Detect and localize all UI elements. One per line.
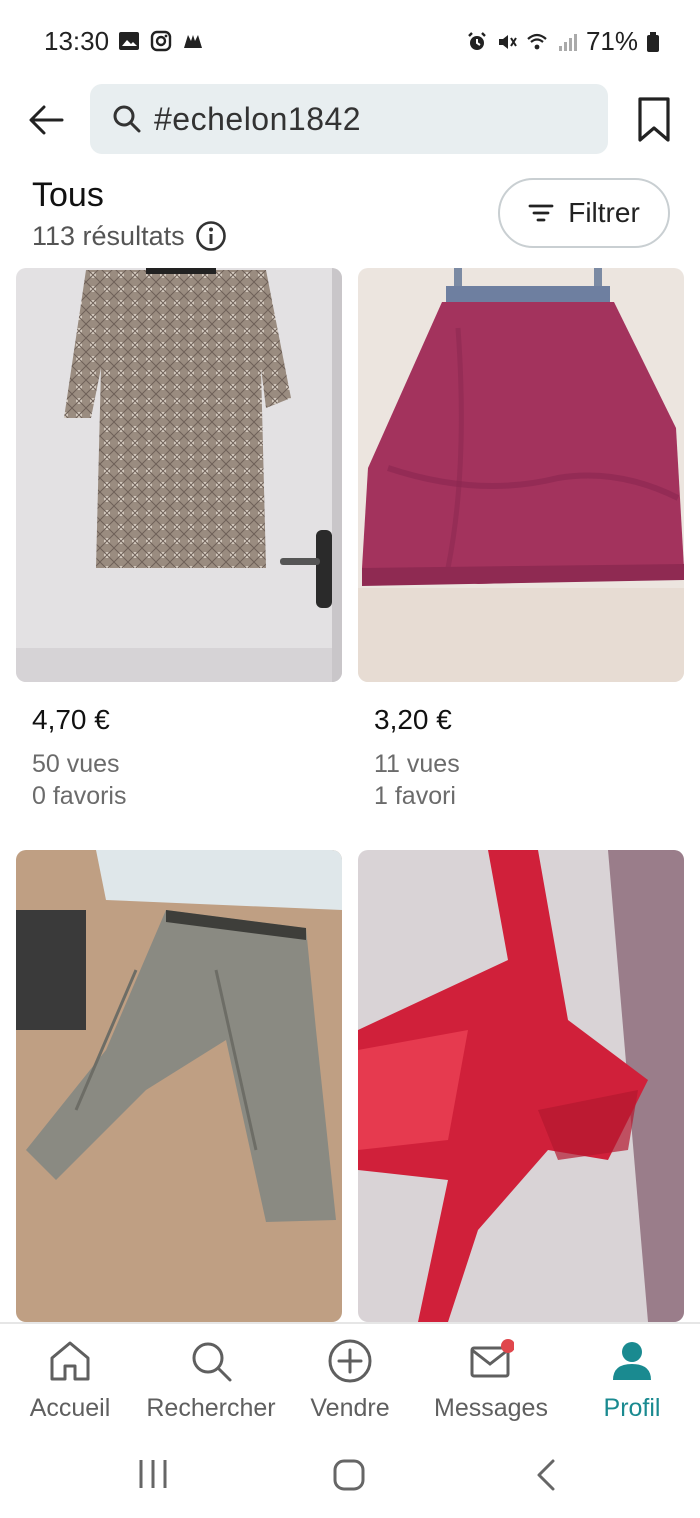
product-card[interactable]	[16, 850, 342, 1322]
search-icon	[192, 1342, 232, 1382]
nav-item-messages[interactable]: Messages	[428, 1338, 554, 1423]
instagram-icon	[150, 30, 172, 52]
back-button[interactable]	[24, 100, 68, 140]
alarm-icon	[468, 31, 486, 50]
results-count: 113 résultats	[32, 220, 227, 252]
home-icon	[50, 1341, 90, 1381]
profile-icon	[613, 1342, 651, 1380]
nav-item-vendre[interactable]: Vendre	[306, 1338, 394, 1423]
save-search-button[interactable]	[634, 96, 674, 144]
nav-label: Rechercher	[146, 1394, 276, 1422]
product-favorites: 1 favori	[374, 782, 456, 810]
search-icon	[113, 105, 141, 133]
product-card[interactable]: 4,70 € 50 vues 0 favoris	[16, 268, 342, 828]
nav-item-profil[interactable]: Profil	[594, 1338, 670, 1423]
search-input[interactable]: #echelon1842	[90, 84, 608, 154]
status-left-icons	[118, 30, 204, 52]
mute-icon	[498, 34, 517, 49]
wifi-icon	[527, 33, 547, 49]
gallery-icon	[119, 32, 139, 50]
product-image-grey-trousers[interactable]	[16, 850, 342, 1322]
product-card[interactable]: 3,20 € 11 vues 1 favori	[358, 268, 684, 828]
filter-label: Filtrer	[568, 197, 640, 228]
status-time: 13:30	[44, 26, 110, 56]
nav-label: Vendre	[310, 1394, 390, 1422]
arrow-left-icon	[29, 105, 64, 135]
filter-button[interactable]: Filtrer	[498, 178, 670, 248]
status-right-icons: 71%	[466, 26, 660, 57]
nav-item-accueil[interactable]: Accueil	[26, 1338, 114, 1423]
nav-label: Profil	[603, 1394, 661, 1422]
product-image-red-top[interactable]	[358, 850, 684, 1322]
product-views: 50 vues	[32, 750, 120, 778]
mail-icon	[470, 1339, 514, 1378]
product-price: 3,20 €	[374, 704, 452, 735]
page-title: Tous	[32, 176, 104, 214]
search-query: #echelon1842	[154, 100, 362, 137]
recent-apps-icon[interactable]	[136, 1458, 170, 1490]
product-card[interactable]	[358, 850, 684, 1322]
product-image-patterned-dress[interactable]	[16, 268, 342, 682]
product-price: 4,70 €	[32, 704, 110, 735]
battery-icon	[647, 31, 659, 52]
app-icon	[184, 35, 202, 48]
status-bar: 13:30 71%	[0, 0, 700, 84]
filter-icon	[528, 204, 554, 222]
nav-label: Accueil	[29, 1394, 111, 1422]
bottom-navigation: Accueil Rechercher Vendre Messages Profi…	[0, 1322, 700, 1434]
nav-item-rechercher[interactable]: Rechercher	[144, 1338, 278, 1423]
system-back-icon[interactable]	[534, 1458, 558, 1492]
product-image-pink-sundress[interactable]	[358, 268, 684, 682]
plus-circle-icon	[328, 1339, 372, 1383]
nav-label: Messages	[434, 1394, 548, 1422]
home-button-icon[interactable]	[332, 1458, 366, 1492]
battery-percent: 71%	[585, 26, 638, 56]
results-count-text: 113 résultats	[32, 220, 185, 251]
product-views: 11 vues	[374, 750, 460, 778]
signal-icon	[558, 33, 577, 51]
system-navigation-bar	[0, 1436, 700, 1518]
bookmark-icon	[638, 97, 670, 142]
info-icon[interactable]	[195, 220, 227, 252]
product-favorites: 0 favoris	[32, 782, 127, 810]
